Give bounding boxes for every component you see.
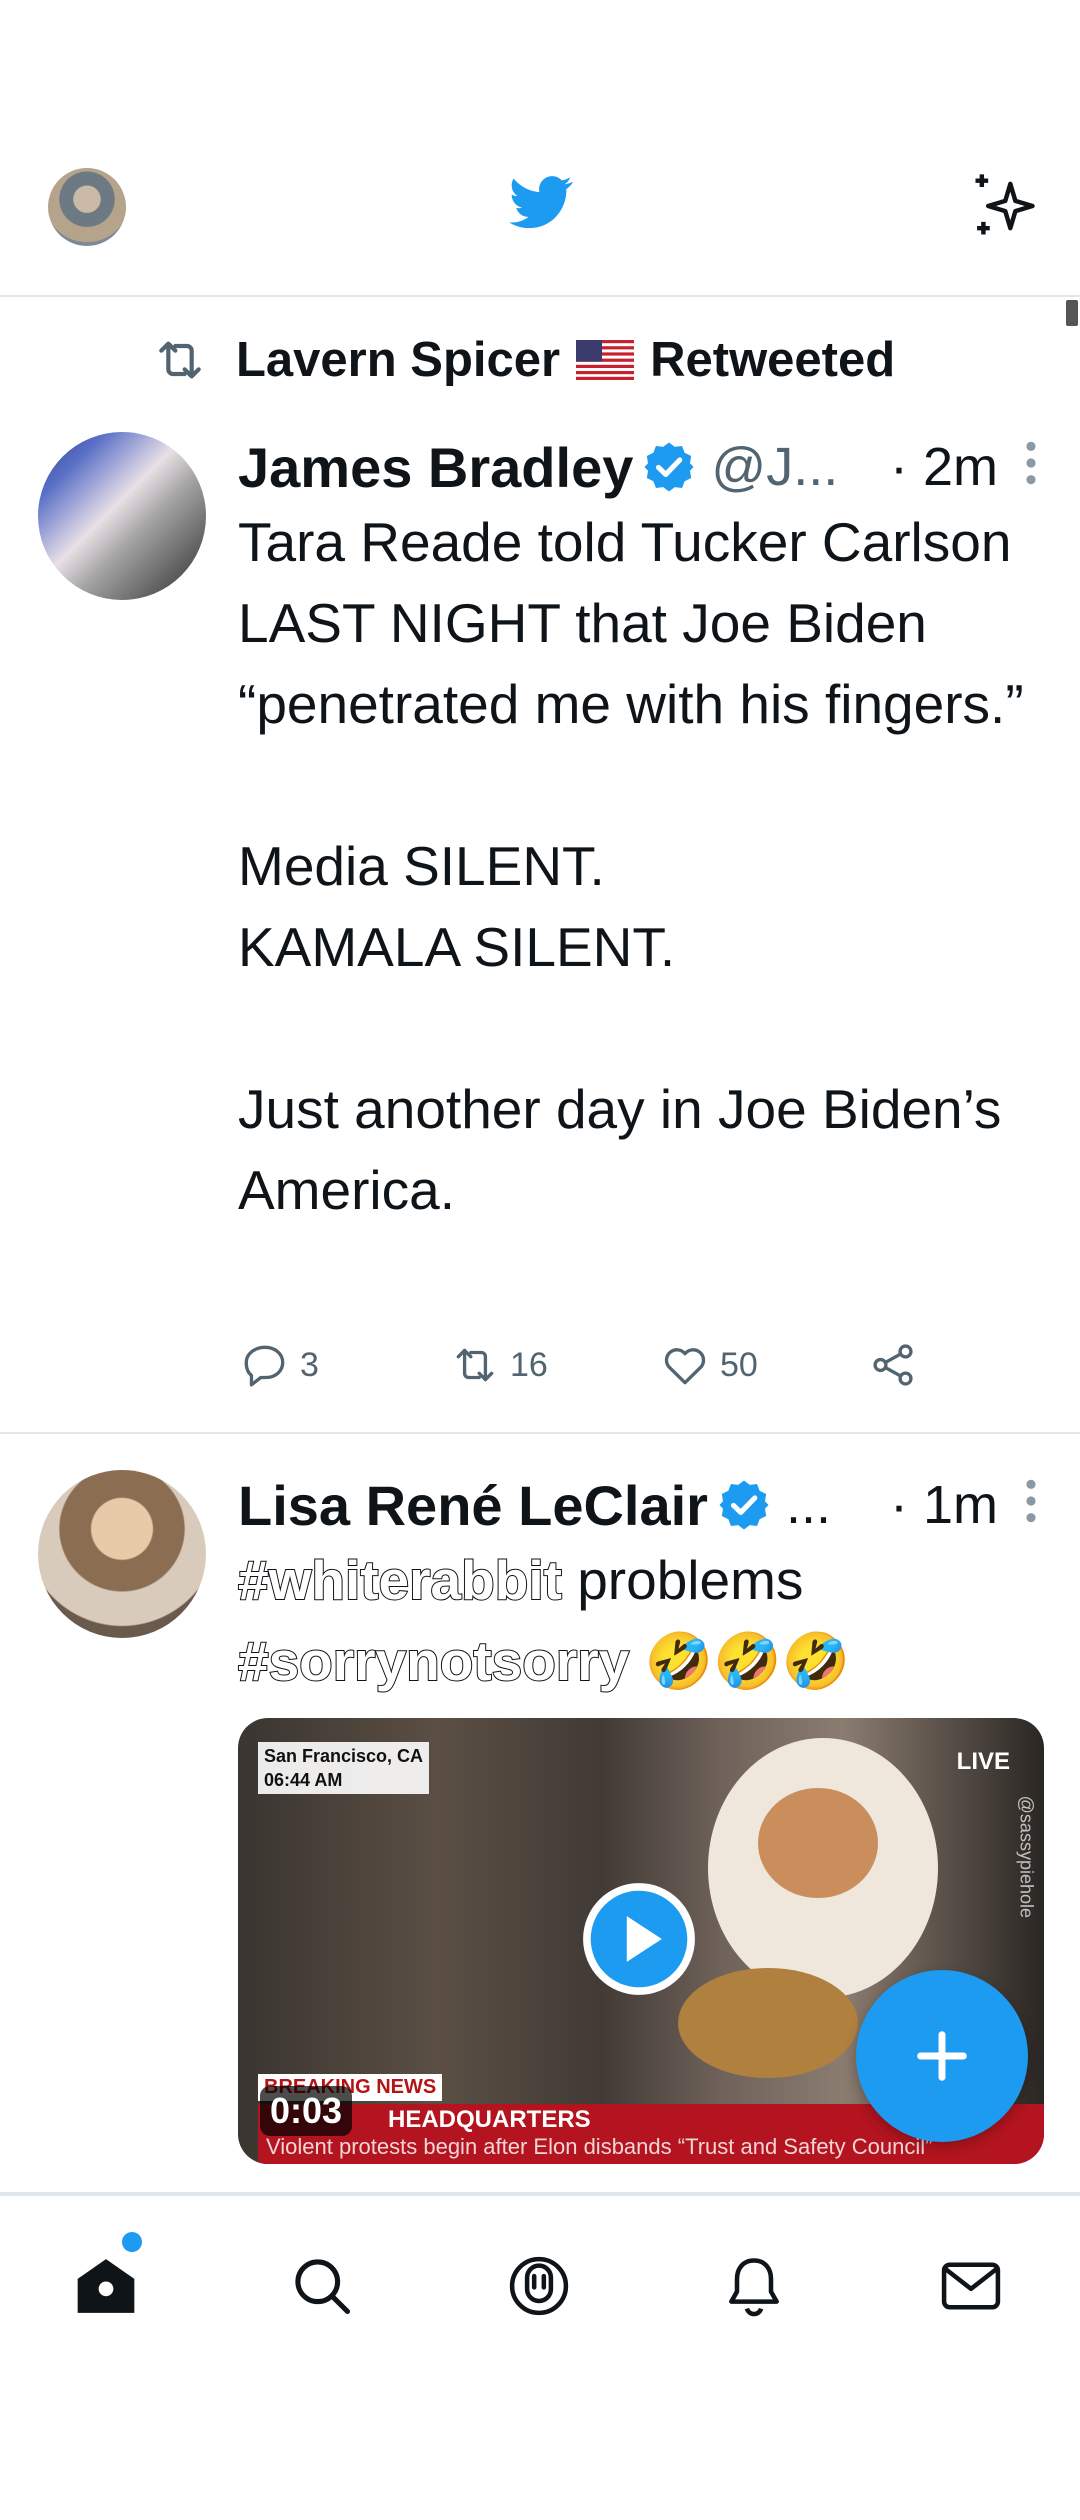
more-options-icon[interactable] bbox=[1024, 1476, 1038, 1526]
emoji-text: 🤣🤣🤣 bbox=[629, 1630, 850, 1692]
reply-button[interactable]: 3 bbox=[240, 1340, 319, 1390]
watermark-text: @sassypiehole bbox=[1016, 1795, 1036, 1918]
heart-icon bbox=[664, 1348, 706, 1385]
scrollbar[interactable] bbox=[1066, 300, 1078, 326]
location-text: San Francisco, CA bbox=[264, 1746, 424, 1766]
tweet-text: Tara Reade told Tucker Carlson LAST NIGH… bbox=[238, 511, 1024, 1221]
top-app-bar bbox=[0, 0, 1080, 297]
author-name[interactable]: Lisa René LeClair bbox=[238, 1473, 708, 1538]
subline-text: Violent protests begin after Elon disban… bbox=[266, 2134, 933, 2159]
tweet-avatar[interactable] bbox=[38, 1470, 206, 1638]
retweeted-label: Retweeted bbox=[650, 333, 896, 387]
live-badge: LIVE bbox=[956, 1748, 1010, 1775]
tweet-header: Lisa René LeClair ... · 1m bbox=[238, 1470, 1038, 1540]
author-handle[interactable]: ... bbox=[786, 1474, 831, 1536]
spaces-icon[interactable] bbox=[505, 2252, 573, 2320]
verified-badge-icon bbox=[644, 442, 694, 492]
clock-text: 06:44 AM bbox=[264, 1770, 343, 1790]
compose-tweet-button[interactable] bbox=[856, 1970, 1028, 2142]
us-flag-icon bbox=[576, 340, 635, 380]
like-count: 50 bbox=[720, 1345, 758, 1384]
tweet-header: James Bradley @J... · 2m bbox=[238, 432, 1038, 502]
play-button-icon[interactable] bbox=[578, 1878, 700, 2000]
share-button[interactable] bbox=[868, 1340, 928, 1390]
notifications-icon[interactable] bbox=[720, 2252, 788, 2320]
retweet-icon bbox=[159, 341, 201, 379]
profile-avatar[interactable] bbox=[48, 168, 126, 246]
location-overlay: San Francisco, CA 06:44 AM bbox=[258, 1742, 430, 1794]
tweet-avatar[interactable] bbox=[38, 432, 206, 600]
hashtag-link[interactable]: #sorrynotsorry bbox=[237, 1629, 630, 1693]
search-icon[interactable] bbox=[288, 2252, 356, 2320]
twitter-bird-icon[interactable] bbox=[505, 170, 577, 234]
headline-text: HEADQUARTERS bbox=[388, 2106, 591, 2133]
sparkle-icon[interactable] bbox=[966, 168, 1042, 244]
retweet-button[interactable]: 16 bbox=[450, 1340, 548, 1390]
tweet-actions: 3 16 50 bbox=[240, 1340, 940, 1400]
tweet-time[interactable]: · 1m bbox=[890, 1474, 998, 1536]
author-handle[interactable]: @J... bbox=[711, 436, 838, 498]
hashtag-link[interactable]: #whiterabbit bbox=[237, 1548, 563, 1612]
author-name[interactable]: James Bradley bbox=[238, 435, 633, 500]
verified-badge-icon bbox=[719, 1480, 769, 1530]
retweet-icon bbox=[456, 1348, 494, 1382]
video-duration: 0:03 bbox=[260, 2086, 353, 2136]
retweet-user[interactable]: Lavern Spicer bbox=[236, 332, 560, 388]
messages-icon[interactable] bbox=[937, 2252, 1005, 2320]
tweet-text: #whiterabbit problems #sorrynotsorry 🤣🤣🤣 bbox=[237, 1540, 1038, 1702]
tweet-text-fragment: problems bbox=[561, 1549, 804, 1611]
home-icon[interactable] bbox=[72, 2252, 140, 2320]
new-content-indicator bbox=[122, 2232, 142, 2252]
like-button[interactable]: 50 bbox=[660, 1340, 758, 1390]
retweet-banner: Lavern Spicer Retweeted bbox=[152, 330, 895, 390]
share-icon bbox=[873, 1344, 913, 1386]
tweet-divider bbox=[0, 1432, 1080, 1434]
reply-count: 3 bbox=[300, 1345, 319, 1384]
retweet-count: 16 bbox=[510, 1345, 548, 1384]
reply-icon bbox=[244, 1345, 285, 1387]
bottom-navigation bbox=[0, 2194, 1080, 2356]
more-options-icon[interactable] bbox=[1024, 438, 1038, 488]
plus-icon bbox=[917, 2031, 967, 2081]
tweet-time[interactable]: · 2m bbox=[890, 436, 998, 498]
